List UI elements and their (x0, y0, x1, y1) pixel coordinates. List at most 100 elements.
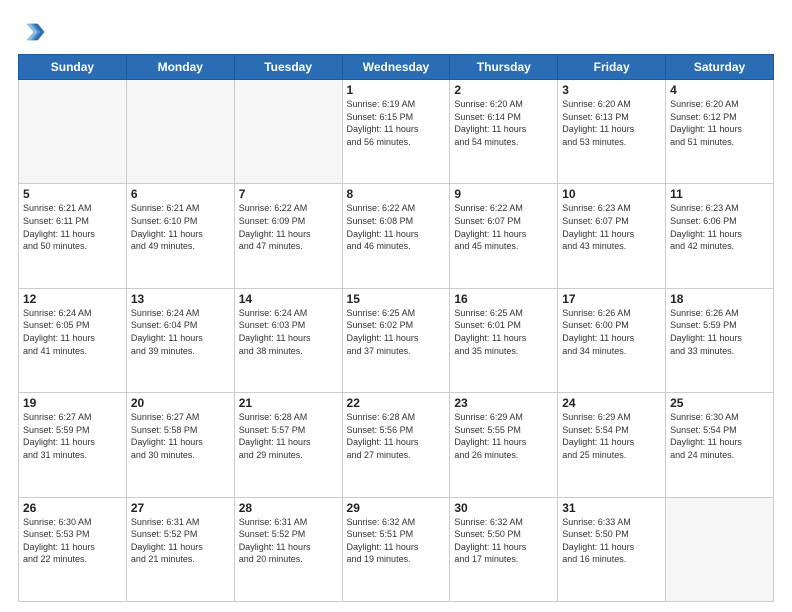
calendar-cell: 9Sunrise: 6:22 AM Sunset: 6:07 PM Daylig… (450, 184, 558, 288)
header (18, 18, 774, 46)
day-info: Sunrise: 6:23 AM Sunset: 6:07 PM Dayligh… (562, 202, 661, 252)
logo (18, 18, 50, 46)
day-info: Sunrise: 6:23 AM Sunset: 6:06 PM Dayligh… (670, 202, 769, 252)
calendar-cell: 3Sunrise: 6:20 AM Sunset: 6:13 PM Daylig… (558, 80, 666, 184)
calendar-cell: 30Sunrise: 6:32 AM Sunset: 5:50 PM Dayli… (450, 497, 558, 601)
day-info: Sunrise: 6:26 AM Sunset: 6:00 PM Dayligh… (562, 307, 661, 357)
day-info: Sunrise: 6:21 AM Sunset: 6:10 PM Dayligh… (131, 202, 230, 252)
day-number: 9 (454, 187, 553, 201)
calendar-cell: 6Sunrise: 6:21 AM Sunset: 6:10 PM Daylig… (126, 184, 234, 288)
day-info: Sunrise: 6:20 AM Sunset: 6:14 PM Dayligh… (454, 98, 553, 148)
day-number: 28 (239, 501, 338, 515)
calendar-cell: 27Sunrise: 6:31 AM Sunset: 5:52 PM Dayli… (126, 497, 234, 601)
calendar-cell: 13Sunrise: 6:24 AM Sunset: 6:04 PM Dayli… (126, 288, 234, 392)
day-info: Sunrise: 6:22 AM Sunset: 6:08 PM Dayligh… (347, 202, 446, 252)
calendar-cell: 14Sunrise: 6:24 AM Sunset: 6:03 PM Dayli… (234, 288, 342, 392)
day-info: Sunrise: 6:22 AM Sunset: 6:07 PM Dayligh… (454, 202, 553, 252)
weekday-header: Tuesday (234, 55, 342, 80)
calendar-cell: 20Sunrise: 6:27 AM Sunset: 5:58 PM Dayli… (126, 393, 234, 497)
day-info: Sunrise: 6:24 AM Sunset: 6:04 PM Dayligh… (131, 307, 230, 357)
day-number: 16 (454, 292, 553, 306)
calendar-cell (666, 497, 774, 601)
day-info: Sunrise: 6:30 AM Sunset: 5:53 PM Dayligh… (23, 516, 122, 566)
day-info: Sunrise: 6:25 AM Sunset: 6:01 PM Dayligh… (454, 307, 553, 357)
day-number: 5 (23, 187, 122, 201)
calendar-cell: 26Sunrise: 6:30 AM Sunset: 5:53 PM Dayli… (19, 497, 127, 601)
day-info: Sunrise: 6:33 AM Sunset: 5:50 PM Dayligh… (562, 516, 661, 566)
calendar-cell: 7Sunrise: 6:22 AM Sunset: 6:09 PM Daylig… (234, 184, 342, 288)
day-info: Sunrise: 6:29 AM Sunset: 5:55 PM Dayligh… (454, 411, 553, 461)
day-info: Sunrise: 6:21 AM Sunset: 6:11 PM Dayligh… (23, 202, 122, 252)
day-number: 3 (562, 83, 661, 97)
day-number: 25 (670, 396, 769, 410)
day-info: Sunrise: 6:26 AM Sunset: 5:59 PM Dayligh… (670, 307, 769, 357)
day-number: 4 (670, 83, 769, 97)
calendar-cell: 5Sunrise: 6:21 AM Sunset: 6:11 PM Daylig… (19, 184, 127, 288)
weekday-header-row: SundayMondayTuesdayWednesdayThursdayFrid… (19, 55, 774, 80)
calendar-cell: 1Sunrise: 6:19 AM Sunset: 6:15 PM Daylig… (342, 80, 450, 184)
day-info: Sunrise: 6:31 AM Sunset: 5:52 PM Dayligh… (131, 516, 230, 566)
calendar-cell: 8Sunrise: 6:22 AM Sunset: 6:08 PM Daylig… (342, 184, 450, 288)
day-info: Sunrise: 6:28 AM Sunset: 5:57 PM Dayligh… (239, 411, 338, 461)
day-number: 7 (239, 187, 338, 201)
day-number: 2 (454, 83, 553, 97)
day-info: Sunrise: 6:32 AM Sunset: 5:50 PM Dayligh… (454, 516, 553, 566)
calendar-cell: 24Sunrise: 6:29 AM Sunset: 5:54 PM Dayli… (558, 393, 666, 497)
day-number: 11 (670, 187, 769, 201)
day-number: 12 (23, 292, 122, 306)
calendar-cell: 23Sunrise: 6:29 AM Sunset: 5:55 PM Dayli… (450, 393, 558, 497)
day-info: Sunrise: 6:24 AM Sunset: 6:03 PM Dayligh… (239, 307, 338, 357)
calendar-cell: 28Sunrise: 6:31 AM Sunset: 5:52 PM Dayli… (234, 497, 342, 601)
day-number: 8 (347, 187, 446, 201)
calendar-cell: 18Sunrise: 6:26 AM Sunset: 5:59 PM Dayli… (666, 288, 774, 392)
weekday-header: Friday (558, 55, 666, 80)
day-info: Sunrise: 6:19 AM Sunset: 6:15 PM Dayligh… (347, 98, 446, 148)
calendar-week-row: 19Sunrise: 6:27 AM Sunset: 5:59 PM Dayli… (19, 393, 774, 497)
calendar-cell: 25Sunrise: 6:30 AM Sunset: 5:54 PM Dayli… (666, 393, 774, 497)
calendar-cell: 22Sunrise: 6:28 AM Sunset: 5:56 PM Dayli… (342, 393, 450, 497)
weekday-header: Monday (126, 55, 234, 80)
calendar-cell: 29Sunrise: 6:32 AM Sunset: 5:51 PM Dayli… (342, 497, 450, 601)
day-number: 18 (670, 292, 769, 306)
day-number: 15 (347, 292, 446, 306)
day-number: 21 (239, 396, 338, 410)
day-number: 31 (562, 501, 661, 515)
calendar-cell: 17Sunrise: 6:26 AM Sunset: 6:00 PM Dayli… (558, 288, 666, 392)
calendar-week-row: 1Sunrise: 6:19 AM Sunset: 6:15 PM Daylig… (19, 80, 774, 184)
day-info: Sunrise: 6:32 AM Sunset: 5:51 PM Dayligh… (347, 516, 446, 566)
day-number: 22 (347, 396, 446, 410)
calendar-cell: 19Sunrise: 6:27 AM Sunset: 5:59 PM Dayli… (19, 393, 127, 497)
day-info: Sunrise: 6:24 AM Sunset: 6:05 PM Dayligh… (23, 307, 122, 357)
day-info: Sunrise: 6:20 AM Sunset: 6:13 PM Dayligh… (562, 98, 661, 148)
day-number: 14 (239, 292, 338, 306)
day-info: Sunrise: 6:22 AM Sunset: 6:09 PM Dayligh… (239, 202, 338, 252)
calendar-cell: 2Sunrise: 6:20 AM Sunset: 6:14 PM Daylig… (450, 80, 558, 184)
calendar-cell: 31Sunrise: 6:33 AM Sunset: 5:50 PM Dayli… (558, 497, 666, 601)
calendar-cell (19, 80, 127, 184)
calendar: SundayMondayTuesdayWednesdayThursdayFrid… (18, 54, 774, 602)
calendar-cell: 15Sunrise: 6:25 AM Sunset: 6:02 PM Dayli… (342, 288, 450, 392)
day-info: Sunrise: 6:30 AM Sunset: 5:54 PM Dayligh… (670, 411, 769, 461)
calendar-cell: 4Sunrise: 6:20 AM Sunset: 6:12 PM Daylig… (666, 80, 774, 184)
day-info: Sunrise: 6:20 AM Sunset: 6:12 PM Dayligh… (670, 98, 769, 148)
calendar-cell: 16Sunrise: 6:25 AM Sunset: 6:01 PM Dayli… (450, 288, 558, 392)
calendar-cell (126, 80, 234, 184)
calendar-cell: 11Sunrise: 6:23 AM Sunset: 6:06 PM Dayli… (666, 184, 774, 288)
day-number: 20 (131, 396, 230, 410)
calendar-week-row: 12Sunrise: 6:24 AM Sunset: 6:05 PM Dayli… (19, 288, 774, 392)
day-number: 6 (131, 187, 230, 201)
weekday-header: Sunday (19, 55, 127, 80)
day-number: 17 (562, 292, 661, 306)
day-number: 26 (23, 501, 122, 515)
page: SundayMondayTuesdayWednesdayThursdayFrid… (0, 0, 792, 612)
logo-icon (18, 18, 46, 46)
day-info: Sunrise: 6:25 AM Sunset: 6:02 PM Dayligh… (347, 307, 446, 357)
day-number: 24 (562, 396, 661, 410)
calendar-cell: 21Sunrise: 6:28 AM Sunset: 5:57 PM Dayli… (234, 393, 342, 497)
day-number: 29 (347, 501, 446, 515)
calendar-week-row: 5Sunrise: 6:21 AM Sunset: 6:11 PM Daylig… (19, 184, 774, 288)
weekday-header: Wednesday (342, 55, 450, 80)
weekday-header: Thursday (450, 55, 558, 80)
calendar-week-row: 26Sunrise: 6:30 AM Sunset: 5:53 PM Dayli… (19, 497, 774, 601)
day-number: 13 (131, 292, 230, 306)
